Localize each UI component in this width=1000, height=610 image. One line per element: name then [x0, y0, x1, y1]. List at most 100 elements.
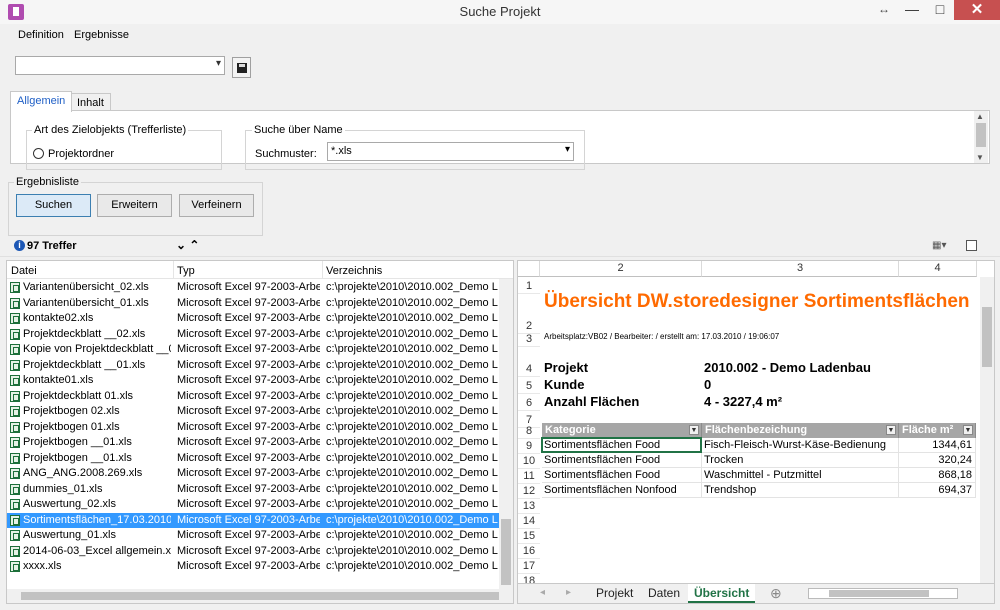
chevron-down-icon[interactable]: ▾ — [216, 58, 221, 69]
file-list-row[interactable]: 2014-06-03_Excel allgemein.xls Microsoft … — [7, 544, 499, 560]
row-header[interactable]: 11 — [518, 469, 540, 484]
file-list-row[interactable]: Kopie von Projektdeckblatt __02.xls Micro… — [7, 342, 499, 358]
scroll-thumb[interactable] — [829, 590, 929, 597]
row-header[interactable]: 4 — [518, 362, 540, 377]
file-list-hscroll[interactable] — [7, 589, 513, 603]
tab-panel-scrollbar[interactable]: ▲ ▼ — [974, 111, 988, 163]
file-list-row[interactable]: xxxx.xls Microsoft Excel 97-2003-Arbeit..… — [7, 559, 499, 575]
cell-flaechenbezeichung[interactable]: Trocken — [702, 453, 899, 468]
close-button[interactable]: ✕ — [954, 0, 1000, 20]
sheet-tab-projekt[interactable]: Projekt — [590, 584, 639, 603]
file-list-row[interactable]: Projektdeckblatt __02.xls Microsoft Excel… — [7, 327, 499, 343]
file-list-row[interactable]: kontakte01.xls Microsoft Excel 97-2003-Ar… — [7, 373, 499, 389]
file-list-row[interactable]: Auswertung_02.xls Microsoft Excel 97-2003… — [7, 497, 499, 513]
sheet-nav-left-icon[interactable]: ◂ — [540, 587, 545, 598]
file-list-row[interactable]: Projektdeckblatt __01.xls Microsoft Excel… — [7, 358, 499, 374]
file-list-vscroll[interactable] — [499, 279, 513, 589]
scroll-thumb[interactable] — [501, 519, 511, 585]
verfeinern-button[interactable]: Verfeinern — [179, 194, 254, 217]
cell-flaechenbezeichung[interactable]: Waschmittel - Putzmittel — [702, 468, 899, 483]
cell-flaechenbezeichung[interactable]: Trendshop — [702, 483, 899, 498]
file-list-row[interactable]: Projektbogen 01.xls Microsoft Excel 97-20… — [7, 420, 499, 436]
row-header[interactable]: 8 — [518, 424, 540, 439]
cell-kategorie[interactable]: Sortimentsflächen Food — [542, 453, 702, 468]
cell-kategorie[interactable]: Sortimentsflächen Nonfood — [542, 483, 702, 498]
cell-kategorie[interactable]: Sortimentsflächen Food — [542, 438, 702, 453]
menu-ergebnisse[interactable]: Ergebnisse — [74, 29, 129, 41]
file-list-row[interactable]: Projektdeckblatt 01.xls Microsoft Excel 9… — [7, 389, 499, 405]
scroll-thumb[interactable] — [976, 123, 986, 147]
th-flaechenbezeichung[interactable]: Flächenbezeichung ▼ — [702, 423, 899, 438]
filter-icon[interactable]: ▼ — [886, 425, 896, 435]
file-list-row[interactable]: Projektbogen 02.xls Microsoft Excel 97-20… — [7, 404, 499, 420]
maximize-button[interactable]: □ — [926, 0, 954, 20]
sheet-nav-right-icon[interactable]: ▸ — [566, 587, 571, 598]
title-bar[interactable]: Suche Projekt ↔ — □ ✕ — [0, 0, 1000, 24]
expand-collapse-icon[interactable]: ⌄ ⌃ — [176, 238, 199, 252]
grid-view-icon[interactable]: ▦▾ — [932, 240, 946, 251]
file-list-row[interactable]: Projektbogen __01.xls Microsoft Excel 97-… — [7, 435, 499, 451]
file-list-row[interactable]: Auswertung_01.xls Microsoft Excel 97-2003… — [7, 528, 499, 544]
row-header[interactable]: 10 — [518, 454, 540, 469]
file-list-row[interactable]: Sortimentsflächen_17.03.2010_01.... Micro… — [7, 512, 499, 528]
suchmuster-input[interactable]: *.xls ▾ — [327, 142, 574, 161]
column-datei[interactable]: Datei — [11, 265, 37, 277]
filter-icon[interactable]: ▼ — [963, 425, 973, 435]
cell-flaeche[interactable]: 320,24 — [899, 453, 976, 468]
cell-flaechenbezeichung[interactable]: Fisch-Fleisch-Wurst-Käse-Bedienung — [702, 438, 899, 453]
spreadsheet-preview[interactable]: 2 3 4 1 2 3 4 5 6 7 8 9 10 11 12 13 14 15 16 17 18 Übersi… — [517, 260, 995, 604]
minimize-button[interactable]: — — [898, 0, 926, 20]
row-header[interactable]: 16 — [518, 544, 540, 559]
chevron-down-icon[interactable]: ▾ — [565, 144, 570, 155]
row-header[interactable]: 12 — [518, 484, 540, 499]
window: Suche Projekt ↔ — □ ✕ Definition Ergebni… — [0, 0, 1000, 610]
tab-allgemein[interactable]: Allgemein — [10, 91, 73, 112]
definition-combo[interactable]: ▾ — [15, 56, 225, 75]
file-list-row[interactable]: kontakte02.xls Microsoft Excel 97-2003-Ar… — [7, 311, 499, 327]
row-header[interactable]: 13 — [518, 499, 540, 514]
sheet-hscroll[interactable] — [808, 588, 958, 599]
add-sheet-icon[interactable]: ⊕ — [770, 585, 782, 602]
suche-group-label: Suche über Name — [252, 124, 345, 136]
row-header[interactable]: 17 — [518, 559, 540, 574]
sheet-tab-uebersicht[interactable]: Übersicht — [688, 584, 756, 603]
file-list-row[interactable]: dummies_01.xls Microsoft Excel 97-2003-Ar… — [7, 482, 499, 498]
sheet-tab-daten[interactable]: Daten — [642, 584, 686, 603]
cell-kategorie[interactable]: Sortimentsflächen Food — [542, 468, 702, 483]
suchen-button[interactable]: Suchen — [16, 194, 91, 217]
row-header[interactable]: 9 — [518, 439, 540, 454]
file-list-row[interactable]: Variantenübersicht_02.xls Microsoft Excel… — [7, 280, 499, 296]
menu-definition[interactable]: Definition — [18, 29, 64, 41]
filter-icon[interactable]: ▼ — [689, 425, 699, 435]
file-list-row[interactable]: ANG_ANG.2008.269.xls Microsoft Excel 97-2… — [7, 466, 499, 482]
file-list-row[interactable]: Variantenübersicht_01.xls Microsoft Excel… — [7, 296, 499, 312]
file-list-row[interactable]: Projektbogen __01.xls Microsoft Excel 97-… — [7, 451, 499, 467]
row-header[interactable]: 5 — [518, 379, 540, 394]
tab-inhalt[interactable]: Inhalt — [70, 93, 111, 111]
column-typ[interactable]: Typ — [177, 265, 195, 277]
save-button[interactable] — [232, 57, 251, 78]
column-header-3[interactable]: 3 — [702, 261, 899, 277]
scroll-down-icon[interactable]: ▼ — [976, 153, 984, 162]
scroll-thumb[interactable] — [982, 307, 992, 367]
column-header-4[interactable]: 4 — [899, 261, 977, 277]
row-header[interactable]: 3 — [518, 332, 540, 347]
row-header[interactable]: 14 — [518, 514, 540, 529]
row-header[interactable]: 15 — [518, 529, 540, 544]
row-header[interactable]: 1 — [518, 279, 540, 294]
file-list[interactable]: Datei Typ Verzeichnis Variantenübersicht… — [6, 260, 514, 604]
projektordner-radio[interactable] — [33, 148, 44, 159]
erweitern-button[interactable]: Erweitern — [97, 194, 172, 217]
scroll-thumb[interactable] — [21, 592, 499, 600]
cell-flaeche[interactable]: 1344,61 — [899, 438, 976, 453]
scroll-up-icon[interactable]: ▲ — [976, 112, 984, 121]
column-verzeichnis[interactable]: Verzeichnis — [326, 265, 382, 277]
cell-flaeche[interactable]: 694,37 — [899, 483, 976, 498]
row-header[interactable]: 6 — [518, 396, 540, 411]
th-flaeche[interactable]: Fläche m² ▼ — [899, 423, 976, 438]
th-kategorie[interactable]: Kategorie ▼ — [542, 423, 702, 438]
sheet-vscroll[interactable] — [980, 277, 994, 583]
cell-flaeche[interactable]: 868,18 — [899, 468, 976, 483]
panel-toggle-icon[interactable] — [966, 240, 977, 251]
column-header-2[interactable]: 2 — [540, 261, 702, 277]
